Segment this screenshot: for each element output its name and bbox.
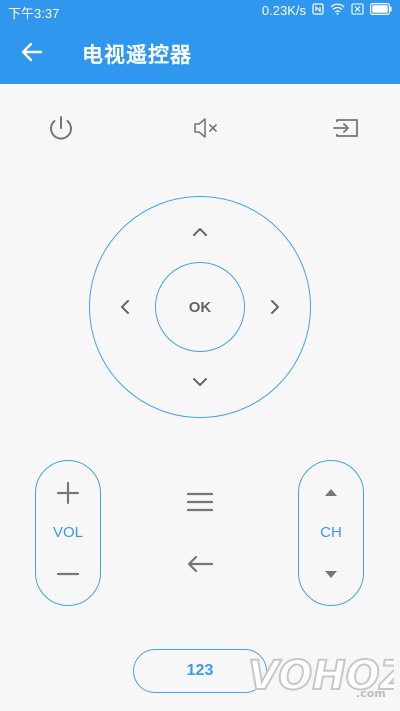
menu-icon (186, 492, 214, 512)
dpad-down-button[interactable] (185, 367, 215, 397)
plus-icon (56, 481, 80, 505)
volume-down-button[interactable] (44, 554, 92, 594)
triangle-up-icon (325, 489, 337, 496)
return-arrow-icon (187, 555, 214, 573)
channel-label: CH (320, 524, 342, 541)
dpad-left-button[interactable] (110, 292, 140, 322)
ok-label: OK (188, 298, 212, 316)
return-button[interactable] (180, 544, 220, 584)
channel-up-button[interactable] (307, 473, 355, 513)
status-bar: 下午3:37 0.23K/s (0, 0, 400, 22)
mute-button[interactable] (185, 108, 225, 148)
page-title: 电视遥控器 (82, 44, 192, 67)
wifi-icon (330, 3, 345, 18)
triangle-down-icon (325, 571, 337, 578)
watermark-logo: VOHOZ .com (244, 647, 400, 705)
chevron-right-icon (271, 300, 279, 314)
status-time: 下午3:37 (8, 6, 60, 21)
dpad-up-button[interactable] (185, 217, 215, 247)
app-header: 下午3:37 0.23K/s 电视遥控器 (0, 0, 400, 84)
menu-button[interactable] (180, 482, 220, 522)
power-icon (50, 116, 72, 140)
title-bar: 电视遥控器 (0, 22, 400, 84)
channel-control: CH (298, 460, 364, 606)
arrow-left-icon (21, 42, 43, 62)
power-button[interactable] (41, 108, 81, 148)
back-button[interactable] (14, 34, 50, 70)
battery-icon (370, 3, 392, 18)
volume-control: VOL (35, 460, 101, 606)
no-sim-icon (351, 3, 364, 18)
chevron-down-icon (193, 378, 207, 386)
chevron-up-icon (193, 228, 207, 236)
input-source-button[interactable] (326, 108, 366, 148)
chevron-left-icon (121, 300, 129, 314)
number-pad-label: 123 (186, 662, 214, 679)
dpad-right-button[interactable] (260, 292, 290, 322)
status-right: 0.23K/s (262, 3, 392, 18)
minus-icon (56, 572, 80, 576)
volume-label: VOL (52, 524, 83, 541)
channel-down-button[interactable] (307, 554, 355, 594)
ok-button[interactable]: OK (155, 262, 245, 352)
mute-icon (194, 118, 217, 138)
svg-text:.com: .com (356, 687, 386, 700)
nfc-icon (312, 3, 324, 18)
input-source-icon (333, 119, 358, 137)
network-speed: 0.23K/s (261, 3, 306, 18)
volume-up-button[interactable] (44, 473, 92, 513)
